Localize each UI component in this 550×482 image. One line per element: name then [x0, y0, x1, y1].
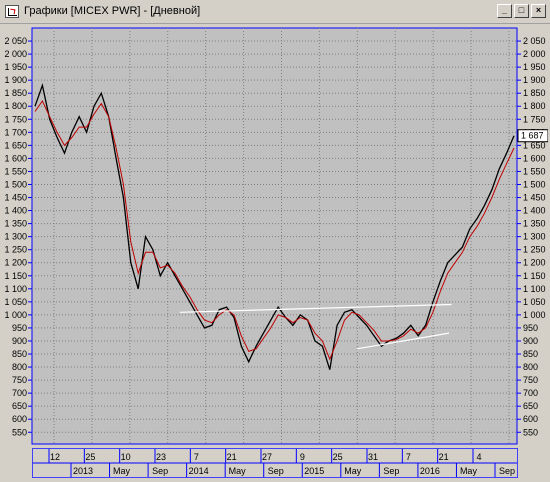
y-tick-label-right: 650: [523, 401, 538, 411]
period-label: 2016: [420, 466, 440, 476]
y-tick-label-right: 550: [523, 427, 538, 437]
minimize-button[interactable]: _: [497, 4, 512, 18]
time-tick-label: 12: [50, 452, 60, 462]
y-tick-label-left: 1 800: [4, 101, 27, 111]
window-title: Графики [MICEX PWR] - [Дневной]: [24, 5, 201, 17]
y-tick-label-left: 1 300: [4, 232, 27, 242]
time-tick-label: 9: [300, 452, 305, 462]
y-tick-label-right: 2 000: [523, 49, 546, 59]
y-tick-label-left: 650: [12, 401, 27, 411]
time-tick-label: 21: [227, 452, 237, 462]
y-tick-label-right: 1 300: [523, 232, 546, 242]
y-tick-label-left: 1 400: [4, 206, 27, 216]
y-tick-label-right: 1 500: [523, 179, 546, 189]
period-label: May: [229, 466, 247, 476]
period-label: Sep: [383, 466, 399, 476]
y-tick-label-right: 1 150: [523, 271, 546, 281]
y-tick-label-right: 1 450: [523, 193, 546, 203]
y-tick-label-left: 1 600: [4, 153, 27, 163]
y-tick-label-left: 750: [12, 375, 27, 385]
y-tick-label-left: 1 950: [4, 62, 27, 72]
y-tick-label-right: 1 350: [523, 219, 546, 229]
y-tick-label-right: 1 800: [523, 101, 546, 111]
y-tick-label-left: 1 850: [4, 88, 27, 98]
y-tick-label-left: 1 550: [4, 166, 27, 176]
y-tick-label-left: 600: [12, 414, 27, 424]
period-label: Sep: [152, 466, 168, 476]
period-label: Sep: [268, 466, 284, 476]
y-tick-label-left: 1 000: [4, 310, 27, 320]
time-tick-label: 4: [476, 452, 481, 462]
y-tick-label-left: 550: [12, 427, 27, 437]
time-tick-label: 10: [121, 452, 131, 462]
y-tick-label-right: 1 550: [523, 166, 546, 176]
window-titlebar: Графики [MICEX PWR] - [Дневной] _ □ ×: [0, 0, 550, 24]
y-tick-label-right: 750: [523, 375, 538, 385]
y-tick-label-left: 1 350: [4, 219, 27, 229]
plot-background: [31, 27, 518, 445]
y-tick-label-left: 1 050: [4, 297, 27, 307]
y-tick-label-left: 900: [12, 336, 27, 346]
time-tick-label: 7: [194, 452, 199, 462]
maximize-button[interactable]: □: [514, 4, 529, 18]
y-tick-label-left: 850: [12, 349, 27, 359]
y-tick-label-left: 2 000: [4, 49, 27, 59]
y-tick-label-right: 950: [523, 323, 538, 333]
period-label: May: [344, 466, 362, 476]
chart-area[interactable]: 550 550 600 600 650 650 700 700 750 750 800 800 850 8…: [2, 26, 549, 446]
price-chart[interactable]: 550 550 600 600 650 650 700 700 750 750 800 800 850 8…: [2, 26, 549, 446]
period-label: 2015: [304, 466, 324, 476]
y-tick-label-left: 1 500: [4, 179, 27, 189]
time-axis[interactable]: 12 25 10 23 7 21 27 9 25 31 7 21 4 2013 May Sep 2014 May S…: [32, 448, 518, 478]
y-tick-label-right: 1 250: [523, 245, 546, 255]
y-tick-label-left: 700: [12, 388, 27, 398]
time-tick-label: 27: [262, 452, 272, 462]
y-tick-label-left: 1 100: [4, 284, 27, 294]
time-tick-label: 25: [333, 452, 343, 462]
close-button[interactable]: ×: [531, 4, 546, 18]
y-tick-label-right: 1 750: [523, 114, 546, 124]
y-tick-label-right: 1 950: [523, 62, 546, 72]
y-tick-label-left: 1 450: [4, 193, 27, 203]
y-tick-label-right: 800: [523, 362, 538, 372]
time-tick-label: 21: [439, 452, 449, 462]
y-tick-label-right: 700: [523, 388, 538, 398]
y-tick-label-right: 1 900: [523, 75, 546, 85]
time-tick-label: 25: [85, 452, 95, 462]
time-tick-label: 7: [406, 452, 411, 462]
y-tick-label-right: 850: [523, 349, 538, 359]
y-tick-label-right: 1 050: [523, 297, 546, 307]
last-price-label: 1 687: [521, 131, 544, 141]
y-tick-label-right: 1 200: [523, 258, 546, 268]
y-tick-label-left: 1 200: [4, 258, 27, 268]
y-tick-label-left: 1 700: [4, 127, 27, 137]
y-tick-label-right: 1 600: [523, 153, 546, 163]
y-tick-label-right: 1 100: [523, 284, 546, 294]
period-label: 2013: [73, 466, 93, 476]
time-axis-labels: 12 25 10 23 7 21 27 9 25 31 7 21 4 2013 May Sep 2014 May S…: [33, 449, 517, 477]
y-tick-label-left: 1 900: [4, 75, 27, 85]
time-tick-label: 23: [156, 452, 166, 462]
y-tick-label-left: 1 650: [4, 140, 27, 150]
y-tick-label-right: 1 000: [523, 310, 546, 320]
y-tick-label-left: 1 750: [4, 114, 27, 124]
y-tick-label-left: 1 250: [4, 245, 27, 255]
chart-app-icon[interactable]: [5, 5, 19, 18]
y-tick-label-left: 950: [12, 323, 27, 333]
y-tick-label-left: 2 050: [4, 36, 27, 46]
period-label: May: [460, 466, 478, 476]
y-tick-label-right: 1 400: [523, 206, 546, 216]
period-label: 2014: [189, 466, 209, 476]
period-label: Sep: [499, 466, 515, 476]
y-tick-label-right: 1 850: [523, 88, 546, 98]
y-tick-label-left: 1 150: [4, 271, 27, 281]
period-label: May: [113, 466, 131, 476]
y-tick-label-right: 600: [523, 414, 538, 424]
y-tick-label-right: 900: [523, 336, 538, 346]
time-tick-label: 31: [368, 452, 378, 462]
y-tick-label-left: 800: [12, 362, 27, 372]
y-tick-label-right: 2 050: [523, 36, 546, 46]
